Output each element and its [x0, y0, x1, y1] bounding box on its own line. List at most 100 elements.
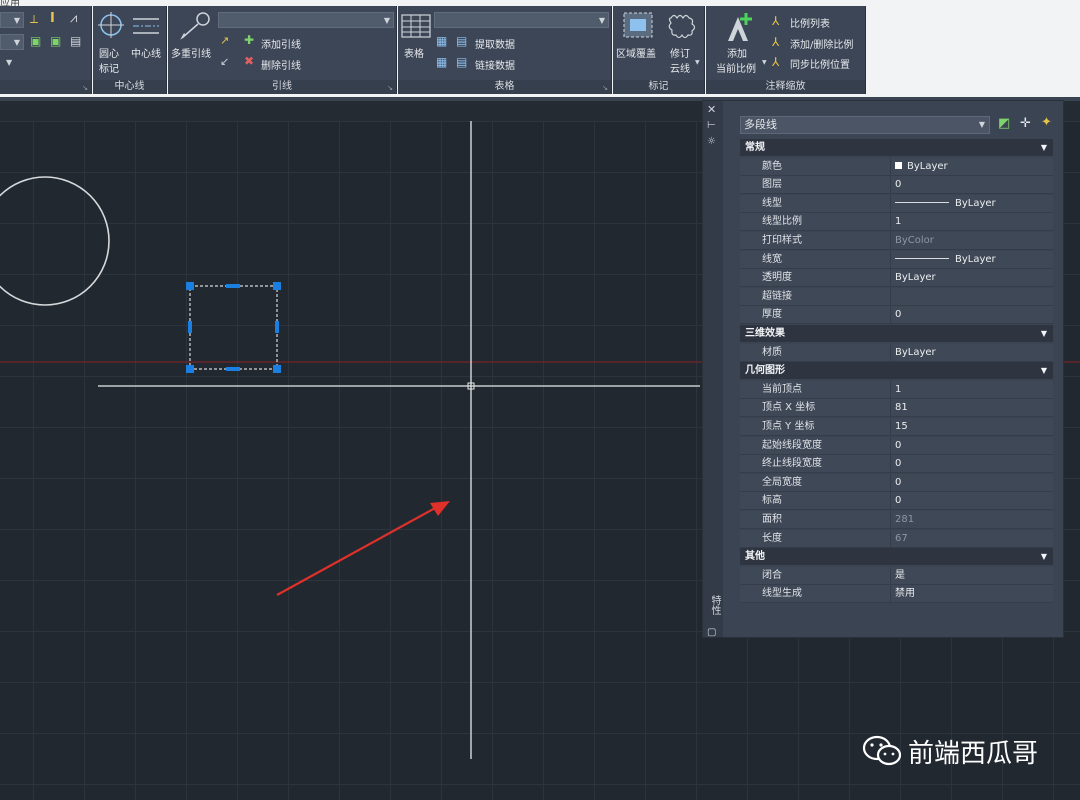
property-value[interactable]: 1	[890, 213, 1051, 231]
palette-settings-icon[interactable]: ☼	[707, 136, 716, 147]
property-value[interactable]: 0	[890, 306, 1051, 324]
remove-leader-button[interactable]: 删除引线	[261, 57, 301, 72]
property-row[interactable]: 图层 0	[740, 176, 1053, 195]
grip-mid-bottom[interactable]	[226, 367, 240, 371]
property-value[interactable]: ByLayer	[890, 269, 1051, 287]
property-row[interactable]: 终止线段宽度 0	[740, 455, 1053, 474]
grip-vertex-br[interactable]	[273, 365, 281, 373]
add-scale-dropdown-icon[interactable]: ▼	[762, 59, 767, 66]
palette-close-icon[interactable]: ✕	[707, 103, 716, 116]
property-row[interactable]: 线宽 ByLayer	[740, 250, 1053, 269]
property-row[interactable]: 闭合 是	[740, 566, 1053, 585]
sync-scale-positions-icon[interactable]: ⅄	[772, 55, 779, 69]
add-delete-scales-button[interactable]: 添加/删除比例	[790, 36, 853, 51]
quick-select-icon[interactable]: ✦	[1041, 115, 1052, 130]
centerline-button[interactable]: 中心线	[131, 45, 161, 60]
property-row[interactable]: 顶点 X 坐标 81	[740, 399, 1053, 418]
sync-scale-positions-button[interactable]: 同步比例位置	[790, 56, 850, 71]
property-row[interactable]: 线型生成 禁用	[740, 585, 1053, 604]
dim-inspect-icon[interactable]: ▣	[50, 34, 61, 48]
dim-update-icon[interactable]: ▤	[70, 34, 81, 48]
grip-mid-left[interactable]	[188, 321, 192, 333]
leaders-launcher-icon[interactable]: ↘	[387, 84, 393, 92]
selected-polyline[interactable]	[186, 282, 281, 373]
category-2[interactable]: 几何图形 ▼	[740, 362, 1053, 380]
property-value[interactable]	[890, 287, 1051, 305]
property-row[interactable]: 当前顶点 1	[740, 380, 1053, 399]
property-value[interactable]: 0	[890, 473, 1051, 491]
category-0[interactable]: 常规 ▼	[740, 139, 1053, 156]
center-mark-icon[interactable]	[98, 12, 124, 38]
property-value[interactable]: 禁用	[890, 585, 1051, 603]
property-row[interactable]: 透明度 ByLayer	[740, 269, 1053, 288]
property-value[interactable]: 0	[890, 455, 1051, 473]
palette-bottom-icon[interactable]: ▢	[707, 627, 716, 638]
property-value[interactable]: 是	[890, 566, 1051, 584]
table-style-combo[interactable]: ▼	[434, 12, 609, 28]
property-value[interactable]: 1	[890, 380, 1051, 398]
scale-list-button[interactable]: 比例列表	[790, 15, 830, 30]
grip-vertex-tl[interactable]	[186, 282, 194, 290]
link-data-button[interactable]: 链接数据	[475, 57, 515, 72]
property-value[interactable]: ByLayer	[890, 157, 1051, 175]
link-data-icon-a[interactable]: ▦	[436, 55, 447, 69]
property-value[interactable]: 15	[890, 418, 1051, 435]
collapse-chevron-icon[interactable]: ▼	[1041, 139, 1047, 156]
palette-autohide-icon[interactable]: ⊢	[707, 120, 716, 131]
table-icon[interactable]	[401, 14, 431, 38]
panel-launcher-icon[interactable]: ↘	[82, 84, 88, 92]
add-delete-scales-icon[interactable]: ⅄	[772, 35, 779, 49]
property-row[interactable]: 标高 0	[740, 492, 1053, 511]
select-objects-icon[interactable]: ✛	[1020, 116, 1031, 131]
add-current-scale-icon[interactable]	[724, 11, 754, 43]
property-row[interactable]: 长度 67	[740, 529, 1053, 548]
property-row[interactable]: 起始线段宽度 0	[740, 436, 1053, 455]
property-value[interactable]: 0	[890, 176, 1051, 194]
dim-more-icon[interactable]: ▼	[6, 58, 12, 67]
property-row[interactable]: 线型 ByLayer	[740, 194, 1053, 213]
property-row[interactable]: 全局宽度 0	[740, 473, 1053, 492]
multileader-button[interactable]: 多重引线	[171, 45, 211, 60]
property-row[interactable]: 线型比例 1	[740, 213, 1053, 232]
collapse-chevron-icon[interactable]: ▼	[1041, 548, 1047, 565]
dim-break-icon[interactable]: ⩘	[70, 11, 77, 26]
collapse-chevron-icon[interactable]: ▼	[1041, 325, 1047, 342]
extract-data-icon-b[interactable]: ▤	[456, 34, 467, 48]
object-type-select[interactable]: 多段线 ▼	[740, 116, 990, 134]
link-data-icon-b[interactable]: ▤	[456, 55, 467, 69]
remove-leader-x-icon[interactable]: ✖	[244, 54, 254, 68]
dim-continue-icon[interactable]: ⟂	[30, 12, 38, 27]
properties-palette[interactable]: ✕ ⊢ ☼ 特性 ▢ 多段线 ▼ ◩ ✛ ✦ 常规 ▼ 颜色 ByLayer 图层 0 线型…	[702, 100, 1064, 638]
category-1[interactable]: 三维效果 ▼	[740, 325, 1053, 342]
property-value[interactable]: 0	[890, 492, 1051, 510]
circle-entity[interactable]	[0, 176, 110, 306]
dim-layer-combo[interactable]: ▼	[0, 34, 24, 50]
table-button[interactable]: 表格	[404, 45, 424, 60]
add-leader-plus-icon[interactable]: ✚	[244, 33, 254, 47]
category-3[interactable]: 其他 ▼	[740, 548, 1053, 566]
dim-adjust-icon[interactable]: ▣	[30, 34, 41, 48]
dim-space-icon[interactable]: I	[50, 11, 55, 26]
extract-data-icon-a[interactable]: ▦	[436, 34, 447, 48]
add-leader-button[interactable]: 添加引线	[261, 36, 301, 51]
palette-side-strip[interactable]: ✕ ⊢ ☼ 特性 ▢	[703, 101, 723, 638]
property-row[interactable]: 颜色 ByLayer	[740, 157, 1053, 176]
add-current-scale-button-sub[interactable]: 当前比例	[716, 60, 756, 75]
property-row[interactable]: 面积 281	[740, 511, 1053, 529]
collapse-chevron-icon[interactable]: ▼	[1041, 362, 1047, 379]
property-row[interactable]: 打印样式 ByColor	[740, 232, 1053, 250]
grip-mid-top[interactable]	[226, 284, 240, 288]
toggle-pickadd-icon[interactable]: ◩	[998, 116, 1010, 131]
property-value[interactable]: ByLayer	[890, 250, 1051, 268]
property-value[interactable]: ByLayer	[890, 194, 1051, 212]
align-leader-icon[interactable]: ↙	[220, 55, 229, 68]
wipeout-icon[interactable]	[623, 12, 653, 38]
property-row[interactable]: 厚度 0	[740, 306, 1053, 325]
add-leader-icon[interactable]: ↗	[220, 34, 229, 47]
multileader-icon[interactable]	[178, 11, 210, 41]
revcloud-button-sub[interactable]: 云线	[670, 60, 690, 75]
revcloud-button[interactable]: 修订	[670, 45, 690, 60]
add-current-scale-button[interactable]: 添加	[727, 45, 747, 60]
wipeout-button[interactable]: 区域覆盖	[616, 45, 656, 60]
revcloud-icon[interactable]	[667, 12, 697, 38]
